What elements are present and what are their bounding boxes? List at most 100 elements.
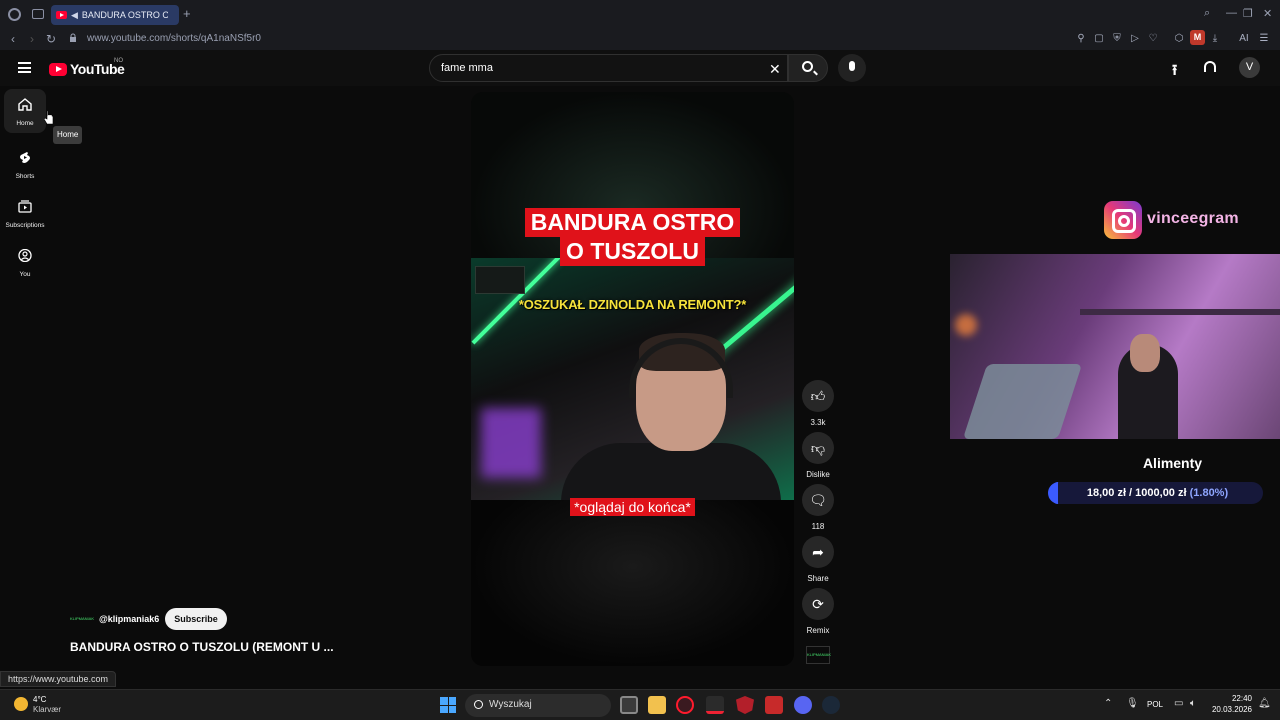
reload-icon[interactable]: ↻ — [46, 32, 56, 46]
comments-action[interactable]: 🗨︎ 118 — [802, 484, 834, 531]
remix-action[interactable]: ⟳ Remix — [802, 588, 834, 635]
comments-count: 118 — [811, 522, 825, 531]
instagram-handle: vinceegram — [1147, 210, 1239, 227]
shorts-video-player[interactable]: BANDURA OSTRO O TUSZOLU *OSZUKAŁ DZINOLD… — [471, 92, 794, 666]
donation-goal-title: Alimenty — [1142, 455, 1203, 471]
snapshot-icon[interactable]: ▢ — [1093, 33, 1105, 45]
download-icon[interactable]: ⤓ — [1209, 33, 1221, 45]
heart-icon[interactable]: ♡ — [1147, 33, 1159, 45]
back-icon[interactable]: ‹ — [11, 32, 15, 46]
language-indicator[interactable]: POL — [1147, 700, 1163, 709]
video-streamer-scene — [471, 258, 794, 500]
taskbar-search[interactable]: Wyszukaj — [465, 694, 611, 717]
region-code: NO — [114, 58, 123, 64]
share-arrow-icon: ➦ — [812, 544, 824, 560]
dislike-label: Dislike — [806, 470, 830, 479]
gaming-chair — [962, 364, 1083, 439]
clock-date[interactable]: 20.03.2026 — [1208, 705, 1252, 714]
restore-icon[interactable]: ❐ — [1243, 7, 1253, 20]
new-tab-button[interactable]: + — [183, 6, 191, 21]
close-window-icon[interactable]: ✕ — [1263, 7, 1272, 20]
clock-time[interactable]: 22:40 — [1218, 694, 1252, 703]
easy-setup-icon[interactable]: ☰ — [1258, 33, 1270, 45]
active-tab[interactable]: ◀ BANDURA OSTRO O T — [51, 5, 179, 25]
play-icon[interactable]: ▷ — [1129, 33, 1141, 45]
opera-logo-icon[interactable] — [8, 8, 21, 21]
link-status-url: https://www.youtube.com — [0, 671, 117, 687]
address-bar: ‹ › ↻ www.youtube.com/shorts/qA1naNSf5r0… — [0, 29, 1280, 50]
video-title[interactable]: BANDURA OSTRO O TUSZOLU (REMONT U ... — [70, 640, 334, 654]
dislike-action[interactable]: 👎︎ Dislike — [802, 432, 834, 479]
weather-description[interactable]: Klarvær — [33, 705, 61, 714]
account-avatar[interactable]: V — [1239, 57, 1260, 78]
remix-icon: ⟳ — [812, 596, 824, 612]
extensions-icon[interactable]: ⬡ — [1173, 33, 1185, 45]
extension-m-badge[interactable]: M — [1190, 30, 1205, 45]
pin-icon[interactable]: ⚲ — [1075, 33, 1087, 45]
remix-button[interactable]: ⟳ — [802, 588, 834, 620]
channel-sound-thumbnail[interactable]: KLIPMANIAK — [806, 646, 831, 664]
comment-icon: 🗨︎ — [809, 492, 827, 508]
donation-goal-fill — [1052, 482, 1058, 504]
windows-start-icon[interactable] — [440, 697, 456, 713]
task-view-icon[interactable] — [620, 696, 638, 714]
hamburger-menu-icon[interactable] — [18, 62, 31, 73]
voicemeeter-icon[interactable] — [765, 696, 783, 714]
adblock-shield-icon[interactable]: ⛨ — [1111, 33, 1123, 45]
app-icon[interactable] — [706, 696, 724, 714]
notifications-bell-icon[interactable] — [1204, 61, 1216, 72]
like-count: 3.3k — [810, 418, 826, 427]
show-hidden-icons-icon[interactable]: ⌃ — [1104, 698, 1112, 709]
minimize-icon[interactable]: — — [1226, 7, 1237, 19]
tab-title: BANDURA OSTRO O T — [81, 10, 168, 20]
tab-islands-icon[interactable] — [32, 9, 44, 19]
video-title-caption: BANDURA OSTRO O TUSZOLU — [471, 208, 794, 266]
ai-button[interactable]: AI — [1236, 33, 1252, 45]
sidebar-item-label: Shorts — [15, 173, 35, 180]
like-button[interactable]: 👍︎ — [802, 380, 834, 412]
voice-search-button[interactable] — [838, 54, 866, 82]
sidebar-item-home[interactable]: Home — [4, 89, 46, 133]
create-upload-icon[interactable]: ⭱ — [1172, 60, 1177, 85]
like-action[interactable]: 👍︎ 3.3k — [802, 380, 834, 427]
speaker-icon[interactable]: ◀ — [71, 10, 78, 21]
subscribe-button[interactable]: Subscribe — [165, 608, 227, 630]
volume-icon[interactable]: 🔈︎ — [1190, 698, 1196, 709]
search-box[interactable]: ✕ — [429, 54, 788, 82]
lamp — [955, 314, 977, 336]
comments-button[interactable]: 🗨︎ — [802, 484, 834, 516]
sidebar-item-label: Subscriptions — [5, 222, 45, 229]
clear-search-icon[interactable]: ✕ — [769, 61, 781, 78]
dislike-button[interactable]: 👎︎ — [802, 432, 834, 464]
shorts-icon — [20, 152, 30, 163]
youtube-play-icon — [49, 62, 67, 76]
notification-icon[interactable]: 🔔︎ — [1258, 698, 1271, 709]
discord-icon[interactable] — [794, 696, 812, 714]
sidebar-item-you[interactable]: You — [4, 240, 46, 284]
forward-icon[interactable]: › — [30, 32, 34, 46]
share-button[interactable]: ➦ — [802, 536, 834, 568]
microphone-tray-icon[interactable]: 🎙︎ — [1126, 698, 1139, 709]
opera-gx-icon[interactable] — [676, 696, 694, 714]
file-explorer-icon[interactable] — [648, 696, 666, 714]
you-profile-icon — [18, 249, 32, 262]
steam-icon[interactable] — [822, 696, 840, 714]
url-field[interactable]: www.youtube.com/shorts/qA1naNSf5r0 — [87, 33, 261, 44]
search-button[interactable] — [788, 54, 828, 82]
title-caption-line-1: BANDURA OSTRO — [524, 208, 741, 237]
search-tabs-icon[interactable]: ⌕ — [1204, 7, 1210, 20]
network-icon[interactable]: ▭ — [1174, 698, 1183, 709]
bottom-caption: *oglądaj do końca* — [471, 498, 794, 517]
donation-goal-percent: (1.80%) — [1189, 487, 1229, 499]
search-input[interactable] — [441, 62, 741, 74]
channel-avatar[interactable]: KLIPMANIAK — [70, 612, 94, 626]
weather-temperature[interactable]: 4°C — [33, 695, 46, 704]
antivirus-shield-icon[interactable] — [736, 696, 754, 714]
channel-handle[interactable]: @klipmaniak6 — [99, 614, 159, 624]
share-action[interactable]: ➦ Share — [802, 536, 834, 583]
weather-moon-icon[interactable] — [14, 697, 28, 711]
sidebar-item-shorts[interactable]: Shorts — [4, 142, 46, 186]
purple-light — [481, 408, 541, 478]
streamer-face — [1130, 334, 1160, 372]
sidebar-item-subscriptions[interactable]: Subscriptions — [4, 191, 46, 235]
